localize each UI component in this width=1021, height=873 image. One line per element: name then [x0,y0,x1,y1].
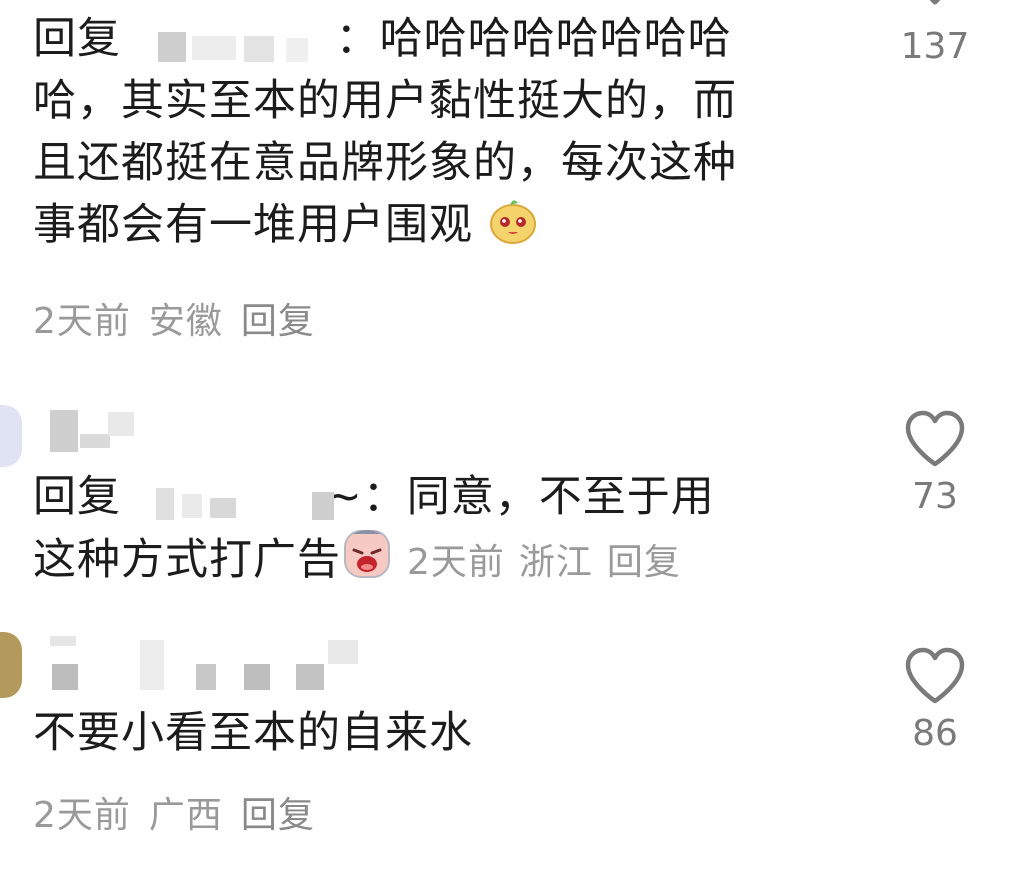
like-button-1[interactable]: 137 [895,0,975,67]
text-line: 这种方式打广告 [33,535,341,585]
commenter-name[interactable] [50,636,370,692]
reply-separator: ~： [325,472,407,522]
reply-prefix: 回复 [33,14,121,64]
comment-time: 2天前 [33,301,131,342]
comment-text: 回复 ~：同意，不至于用 这种方式打广告 2天前 浙江 回复 [33,466,843,597]
comment-time: 2天前 [33,795,131,836]
avatar[interactable] [0,405,22,467]
like-count: 73 [912,476,958,517]
reply-link[interactable]: 回复 [241,795,315,836]
reply-separator: ： [335,14,380,64]
reply-target-name[interactable] [136,22,336,62]
smiling-face-emoji [488,195,538,262]
like-count: 86 [912,713,958,754]
like-button-3[interactable]: 86 [895,647,975,754]
comment-text: 不要小看至本的自来水 [33,708,473,758]
comment-location: 安徽 [148,301,223,342]
reply-link[interactable]: 回复 [241,301,315,342]
text-line: 同意，不至于用 [406,472,715,522]
comment-location: 浙江 [518,542,593,583]
avatar[interactable] [0,632,22,698]
text-line: 哈，其实至本的用户黏性挺大的，而 [33,76,737,126]
like-count: 137 [900,26,970,67]
like-button-2[interactable]: 73 [895,410,975,517]
heart-icon [905,410,965,467]
reply-link[interactable]: 回复 [607,542,681,583]
text-line: 事都会有一堆用户围观 [33,200,473,250]
comment-time: 2天前 [407,542,505,583]
comment-meta: 2天前 浙江 回复 [393,542,681,583]
comment-meta: 2天前 安徽 回复 [33,292,333,344]
text-line: 且还都挺在意品牌形象的，每次这种 [33,138,737,188]
crying-face-emoji [341,528,393,597]
comment-text: 回复 ：哈哈哈哈哈哈哈哈 哈，其实至本的用户黏性挺大的，而 且还都挺在意品牌形象… [33,8,843,262]
heart-icon [905,647,965,704]
reply-target-name[interactable] [136,480,334,520]
heart-icon [929,0,941,5]
comment-meta: 2天前 广西 回复 [33,786,333,838]
comment-location: 广西 [148,795,223,836]
commenter-name[interactable] [50,408,140,454]
reply-prefix: 回复 [33,472,121,522]
text-line: 哈哈哈哈哈哈哈哈 [379,14,732,64]
